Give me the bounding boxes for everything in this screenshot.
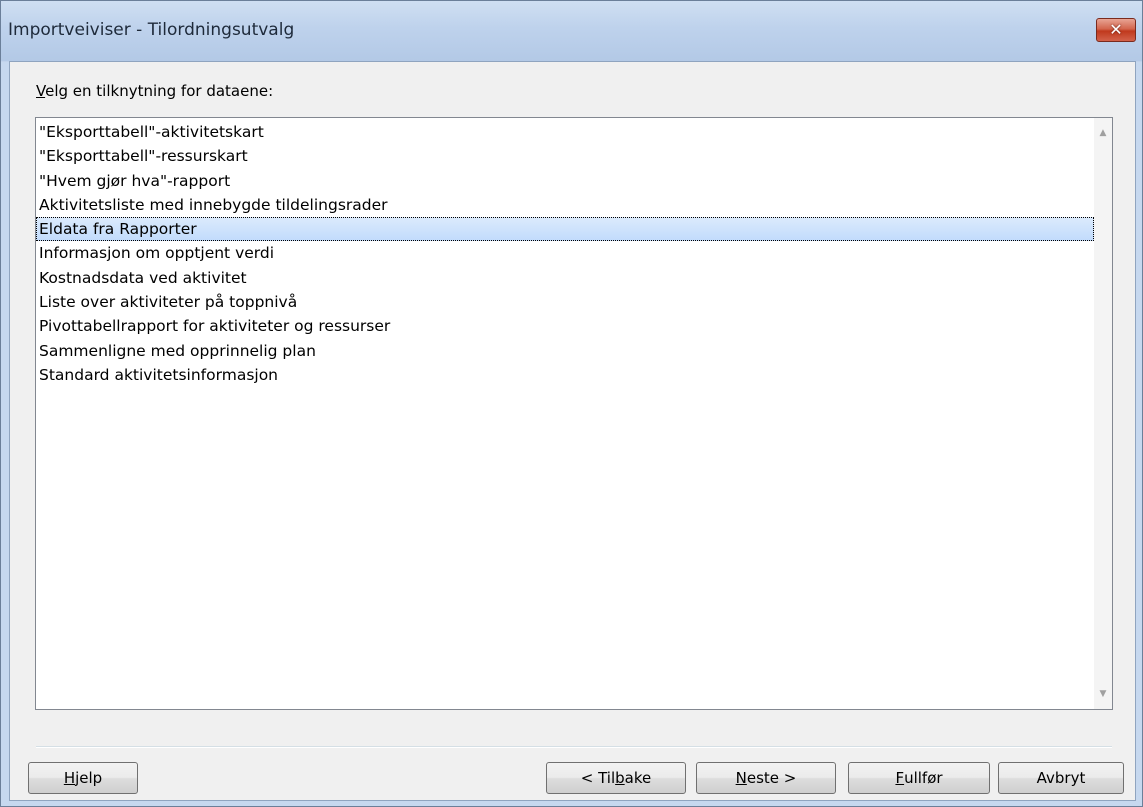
close-icon: ✕: [1109, 20, 1123, 39]
finish-button[interactable]: Fullfør: [848, 762, 990, 794]
back-button-mnemonic: b: [615, 769, 625, 787]
list-item-selected[interactable]: Eldata fra Rapporter: [36, 217, 1094, 242]
list-item[interactable]: Informasjon om opptjent verdi: [36, 241, 1094, 265]
window-title: Importveiviser - Tilordningsutvalg: [8, 20, 295, 40]
prompt-mnemonic: V: [36, 82, 46, 100]
next-button[interactable]: Neste >: [696, 762, 836, 794]
cancel-button-label: Avbryt: [1036, 769, 1086, 787]
list-item[interactable]: Sammenligne med opprinnelig plan: [36, 339, 1094, 363]
mapping-prompt-label: Velg en tilknytning for dataene:: [36, 82, 273, 100]
button-divider: [36, 746, 1112, 748]
prompt-text: elg en tilknytning for dataene:: [45, 82, 274, 100]
mapping-list-items: "Eksporttabell"-aktivitetskart "Eksportta…: [36, 118, 1094, 709]
mapping-listbox[interactable]: "Eksporttabell"-aktivitetskart "Eksportta…: [35, 117, 1113, 710]
finish-button-label: ullfør: [904, 769, 943, 787]
help-button[interactable]: Hjelp: [28, 762, 138, 794]
back-button-prefix: < Til: [580, 769, 616, 787]
list-item[interactable]: Liste over aktiviteter på toppnivå: [36, 290, 1094, 314]
cancel-button[interactable]: Avbryt: [998, 762, 1124, 794]
vertical-scrollbar[interactable]: ▲ ▼: [1094, 118, 1112, 709]
back-button[interactable]: < Til b ake: [546, 762, 686, 794]
import-wizard-window: Importveiviser - Tilordningsutvalg ✕ Vel…: [0, 0, 1143, 807]
next-button-label: este >: [746, 769, 797, 787]
finish-button-mnemonic: F: [895, 769, 905, 787]
list-item[interactable]: Standard aktivitetsinformasjon: [36, 363, 1094, 387]
list-item[interactable]: "Eksporttabell"-aktivitetskart: [36, 120, 1094, 144]
help-button-mnemonic: H: [63, 769, 76, 787]
help-button-label: jelp: [75, 769, 103, 787]
dialog-client-area: Velg en tilknytning for dataene: "Ekspor…: [9, 61, 1136, 801]
close-button[interactable]: ✕: [1096, 18, 1136, 42]
list-item[interactable]: Pivottabellrapport for aktiviteter og re…: [36, 314, 1094, 338]
title-bar[interactable]: Importveiviser - Tilordningsutvalg ✕: [1, 1, 1142, 61]
back-button-label: ake: [624, 769, 652, 787]
list-item[interactable]: "Eksporttabell"-ressurskart: [36, 144, 1094, 168]
scroll-up-arrow-icon[interactable]: ▲: [1094, 124, 1112, 142]
list-item[interactable]: Aktivitetsliste med innebygde tildelings…: [36, 193, 1094, 217]
next-button-mnemonic: N: [735, 769, 747, 787]
list-item[interactable]: "Hvem gjør hva"-rapport: [36, 169, 1094, 193]
list-item[interactable]: Kostnadsdata ved aktivitet: [36, 266, 1094, 290]
scroll-down-arrow-icon[interactable]: ▼: [1094, 685, 1112, 703]
